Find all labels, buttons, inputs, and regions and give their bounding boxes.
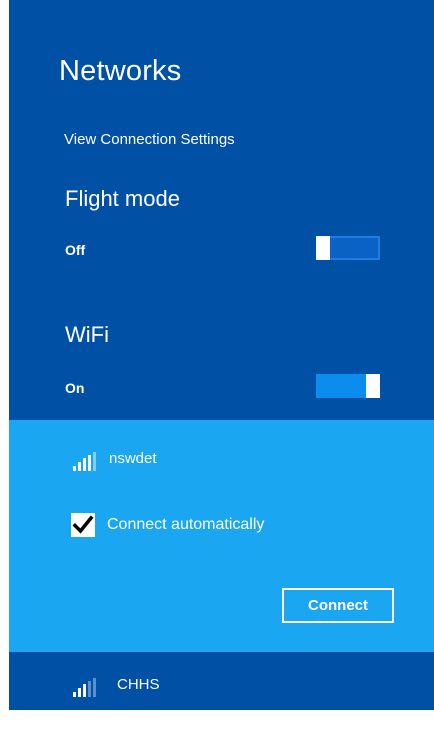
wifi-toggle[interactable] bbox=[316, 374, 380, 398]
networks-panel: Networks View Connection Settings Flight… bbox=[9, 0, 434, 710]
view-connection-settings-link[interactable]: View Connection Settings bbox=[64, 131, 235, 148]
flight-mode-state-label: Off bbox=[65, 242, 86, 258]
network-row-nswdet[interactable]: nswdet bbox=[9, 448, 434, 488]
wifi-toggle-thumb[interactable] bbox=[366, 374, 380, 398]
flight-mode-title: Flight mode bbox=[65, 186, 180, 211]
panel-title: Networks bbox=[59, 55, 182, 87]
wifi-title: WiFi bbox=[65, 322, 109, 347]
connect-button[interactable]: Connect bbox=[282, 588, 394, 623]
wifi-signal-icon bbox=[73, 452, 99, 472]
network-name: nswdet bbox=[109, 450, 157, 467]
network-item-chhs[interactable]: CHHS bbox=[9, 672, 434, 712]
connect-automatically-checkbox[interactable] bbox=[71, 513, 95, 537]
wifi-state-label: On bbox=[65, 380, 85, 396]
network-item-nswdet[interactable]: nswdet Connect automatically Connect bbox=[9, 420, 434, 652]
wifi-signal-icon bbox=[73, 678, 99, 698]
network-name: CHHS bbox=[117, 676, 160, 693]
connect-automatically-label: Connect automatically bbox=[107, 516, 265, 533]
flight-mode-toggle[interactable] bbox=[316, 236, 380, 260]
flight-mode-toggle-thumb[interactable] bbox=[316, 236, 330, 260]
